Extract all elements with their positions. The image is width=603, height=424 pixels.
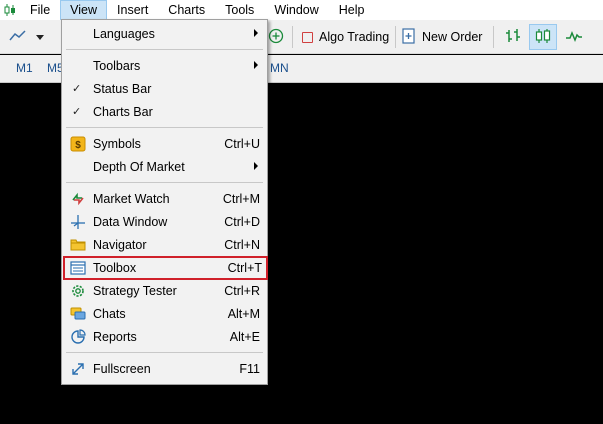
menu-item-shortcut: F11 [239,362,260,376]
menu-bar: File View Insert Charts Tools Window Hel… [0,0,603,20]
toolbar-separator [292,26,293,48]
menu-help[interactable]: Help [329,0,375,20]
menu-item-label: Charts Bar [93,105,153,119]
menu-item-shortcut: Ctrl+D [224,215,260,229]
menu-separator [66,49,263,50]
menu-view[interactable]: View [60,0,108,20]
menu-item-label: Toolbox [93,261,137,275]
menu-separator [66,127,263,128]
new-order-button[interactable]: New Order [402,24,488,50]
menu-item-languages[interactable]: Languages [64,23,265,45]
toolbar-separator [493,26,494,48]
menu-item-charts-bar[interactable]: ✓ Charts Bar [64,101,265,123]
submenu-arrow-icon [254,29,258,37]
menu-item-label: Symbols [93,137,141,151]
timeframe-mn[interactable]: MN [270,61,289,75]
market-watch-icon [70,191,86,207]
view-dropdown-menu: Languages Toolbars ✓ Status Bar ✓ Charts… [61,19,268,385]
menu-item-label: Chats [93,307,126,321]
chart-type-button[interactable] [8,24,48,50]
checkmark-icon: ✓ [72,106,82,118]
stop-square-icon [302,31,313,43]
gear-icon [70,283,86,299]
submenu-arrow-icon [254,61,258,69]
fullscreen-icon [70,361,86,377]
menu-item-shortcut: Ctrl+T [227,261,262,275]
plus-circle-icon [268,28,284,47]
menu-item-label: Data Window [93,215,168,229]
menu-item-toolbars[interactable]: Toolbars [64,55,265,77]
line-chart-icon [8,28,44,47]
bar-chart-icon [504,27,522,48]
timeframe-m1[interactable]: M1 [16,61,33,75]
menu-window[interactable]: Window [264,0,328,20]
chevron-down-icon [36,34,44,40]
menu-separator [66,182,263,183]
algo-trading-label: Algo Trading [319,30,390,44]
menu-item-label: Reports [93,330,137,344]
menu-item-toolbox[interactable]: Toolbox Ctrl+T [63,256,268,280]
menu-item-navigator[interactable]: Navigator Ctrl+N [64,234,265,256]
menu-item-label: Toolbars [93,59,141,73]
add-icon-button[interactable] [268,24,286,50]
menu-item-shortcut: Ctrl+M [222,192,260,206]
menu-item-shortcut: Ctrl+N [224,238,260,252]
new-order-icon [402,27,416,47]
toolbar-separator [395,26,396,48]
app-candlestick-icon [0,0,20,20]
dollar-icon: $ [70,136,86,152]
menu-item-strategy-tester[interactable]: Strategy Tester Ctrl+R [64,280,265,302]
line-chart-button[interactable] [561,24,587,50]
menu-item-depth-of-market[interactable]: Depth Of Market [64,156,265,178]
menu-charts[interactable]: Charts [158,0,215,20]
menu-tools[interactable]: Tools [215,0,264,20]
menu-insert[interactable]: Insert [107,0,158,20]
menu-item-label: Strategy Tester [93,284,177,298]
candlestick-icon [534,27,552,48]
new-order-label: New Order [422,30,483,44]
menu-item-reports[interactable]: Reports Alt+E [64,326,265,348]
folder-icon [70,237,86,253]
toolbox-icon [70,260,86,276]
menu-item-fullscreen[interactable]: Fullscreen F11 [64,358,265,380]
svg-text:$: $ [75,140,81,151]
menu-item-label: Market Watch [93,192,170,206]
checkmark-icon: ✓ [72,83,82,95]
bar-chart-button[interactable] [500,24,526,50]
line-chart-icon [565,27,583,48]
menu-item-label: Depth Of Market [93,160,185,174]
menu-item-chats[interactable]: Chats Alt+M [64,303,265,325]
menu-item-shortcut: Alt+M [227,307,260,321]
menu-item-symbols[interactable]: $ Symbols Ctrl+U [64,133,265,155]
menu-item-status-bar[interactable]: ✓ Status Bar [64,78,265,100]
candlestick-chart-button[interactable] [529,24,557,50]
menu-item-data-window[interactable]: Data Window Ctrl+D [64,211,265,233]
menu-item-label: Status Bar [93,82,152,96]
crosshair-icon [70,214,86,230]
reports-icon [70,329,86,345]
menu-item-label: Navigator [93,238,147,252]
menu-item-market-watch[interactable]: Market Watch Ctrl+M [64,188,265,210]
menu-item-label: Languages [93,27,155,41]
menu-file[interactable]: File [20,0,60,20]
chat-icon [70,306,86,322]
submenu-arrow-icon [254,162,258,170]
menu-item-shortcut: Ctrl+U [224,137,260,151]
menu-separator [66,352,263,353]
menu-item-shortcut: Ctrl+R [224,284,260,298]
algo-trading-button[interactable]: Algo Trading [300,24,392,50]
menu-item-label: Fullscreen [93,362,151,376]
menu-item-shortcut: Alt+E [229,330,260,344]
